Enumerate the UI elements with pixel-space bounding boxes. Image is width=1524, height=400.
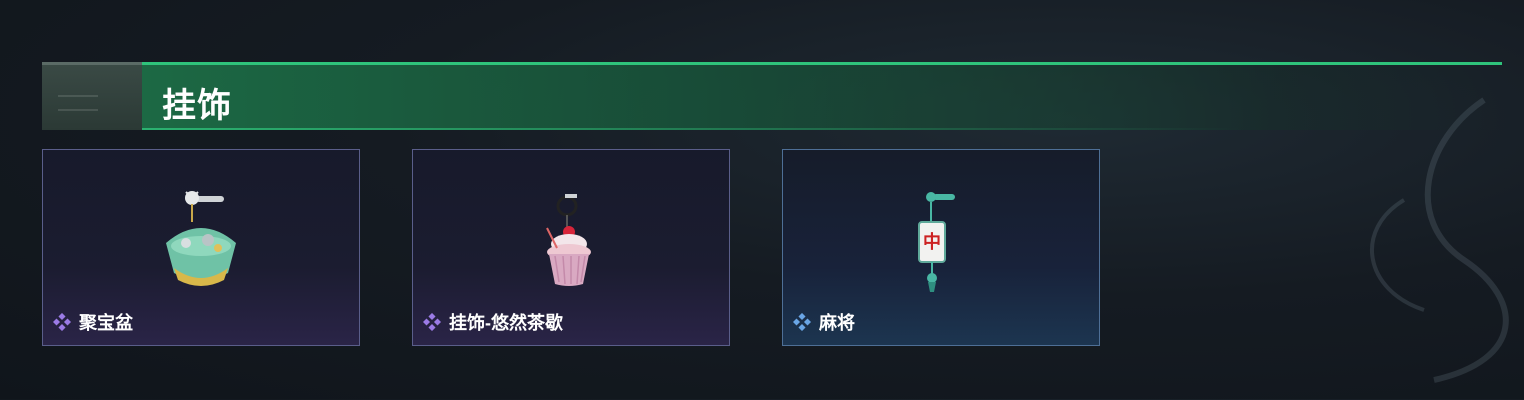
- item-name: 挂饰-悠然茶歇: [449, 313, 563, 333]
- blue-rarity-diamond-icon: [793, 313, 811, 331]
- item-label: 挂饰-悠然茶歇: [423, 309, 563, 335]
- cupcake-charm-icon: [546, 194, 591, 286]
- svg-text:中: 中: [923, 231, 941, 252]
- purple-rarity-diamond-icon: [423, 313, 441, 331]
- section-title: 挂饰: [162, 87, 232, 125]
- item-card[interactable]: 中 麻将: [782, 149, 1100, 346]
- section-header-bar: [42, 62, 1502, 130]
- section-header-underline: [142, 128, 1242, 130]
- item-card[interactable]: 挂饰-悠然茶歇: [412, 149, 730, 346]
- item-name: 聚宝盆: [79, 313, 133, 333]
- item-label: 麻将: [793, 309, 855, 335]
- item-label: 聚宝盆: [53, 309, 133, 335]
- mahjong-tile-charm-icon: 中: [918, 192, 955, 292]
- treasure-bowl-charm-icon: [166, 191, 236, 286]
- purple-rarity-diamond-icon: [53, 313, 71, 331]
- section-header-tab-decoration: [58, 95, 98, 111]
- item-name: 麻将: [819, 313, 855, 333]
- item-card[interactable]: 聚宝盆: [42, 149, 360, 346]
